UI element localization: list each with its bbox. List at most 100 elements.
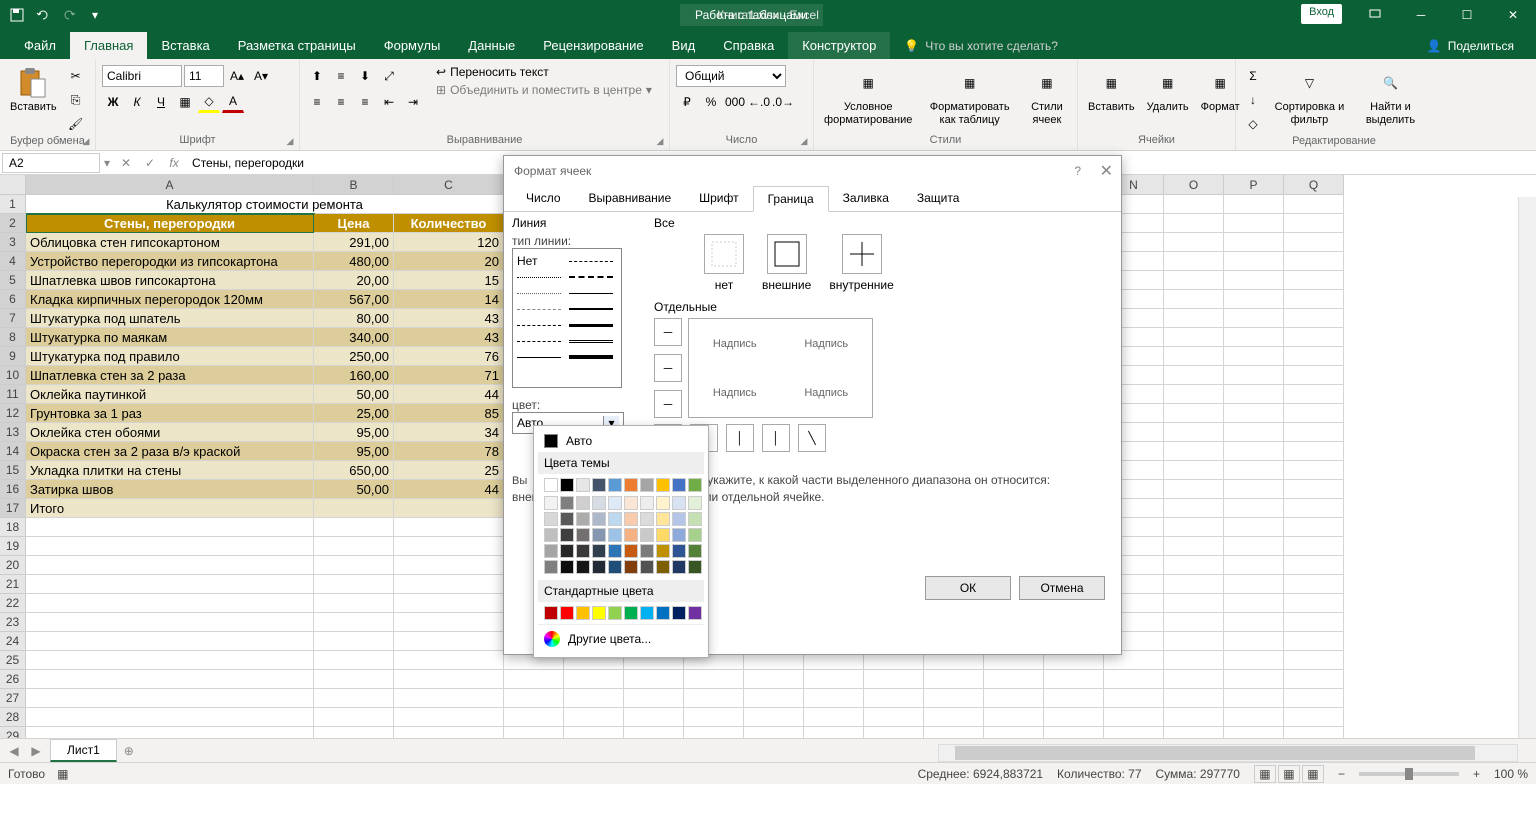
cell[interactable]: 120 (394, 233, 504, 252)
cell[interactable]: Шпатлевка стен за 2 раза (26, 366, 314, 385)
color-swatch[interactable] (688, 544, 702, 558)
cell[interactable] (1224, 404, 1284, 423)
line-style-option[interactable] (517, 302, 565, 316)
cell[interactable]: Укладка плитки на стены (26, 461, 314, 480)
cell[interactable]: Итого (26, 499, 314, 518)
delete-cells-button[interactable]: ▦Удалить (1143, 65, 1193, 116)
cell[interactable] (26, 537, 314, 556)
qat-customize-icon[interactable]: ▾ (84, 4, 106, 26)
format-painter-icon[interactable]: 🖌 (65, 113, 87, 135)
border-top-button[interactable]: ─ (654, 318, 682, 346)
color-swatch[interactable] (688, 478, 702, 492)
cell[interactable]: 76 (394, 347, 504, 366)
row-header[interactable]: 14 (0, 442, 26, 461)
cell[interactable] (314, 499, 394, 518)
cell[interactable] (1224, 195, 1284, 214)
tab-constructor[interactable]: Конструктор (788, 32, 890, 59)
cell[interactable] (1164, 328, 1224, 347)
color-swatch[interactable] (672, 606, 686, 620)
color-swatch[interactable] (608, 560, 622, 574)
dialog-tab-fill[interactable]: Заливка (829, 186, 903, 211)
row-header[interactable]: 18 (0, 518, 26, 537)
cell[interactable] (314, 727, 394, 738)
cell[interactable] (394, 613, 504, 632)
cell[interactable] (1224, 689, 1284, 708)
cell[interactable] (314, 575, 394, 594)
color-swatch[interactable] (544, 512, 558, 526)
cell[interactable] (564, 708, 624, 727)
cell[interactable] (1044, 689, 1104, 708)
color-swatch[interactable] (640, 478, 654, 492)
cell[interactable]: 20,00 (314, 271, 394, 290)
cell[interactable] (1224, 271, 1284, 290)
cell[interactable]: Устройство перегородки из гипсокартона (26, 252, 314, 271)
row-header[interactable]: 29 (0, 727, 26, 738)
ok-button[interactable]: ОК (925, 576, 1011, 600)
line-style-option[interactable] (517, 286, 565, 300)
cell[interactable]: 71 (394, 366, 504, 385)
paste-button[interactable]: Вставить (6, 65, 61, 116)
row-header[interactable]: 4 (0, 252, 26, 271)
cell[interactable]: 85 (394, 404, 504, 423)
dialog-tab-font[interactable]: Шрифт (685, 186, 752, 211)
cell[interactable]: 340,00 (314, 328, 394, 347)
cell[interactable] (624, 727, 684, 738)
cell[interactable] (804, 727, 864, 738)
cell[interactable] (1284, 594, 1344, 613)
cell[interactable] (1284, 442, 1344, 461)
row-header[interactable]: 11 (0, 385, 26, 404)
color-swatch[interactable] (592, 512, 606, 526)
cell[interactable]: Цена (314, 214, 394, 233)
color-swatch[interactable] (640, 512, 654, 526)
cell[interactable] (1164, 613, 1224, 632)
align-center-icon[interactable]: ≡ (330, 91, 352, 113)
row-header[interactable]: 6 (0, 290, 26, 309)
color-swatch[interactable] (656, 478, 670, 492)
cell[interactable] (1284, 423, 1344, 442)
wrap-text-button[interactable]: ↩ Переносить текст (436, 65, 652, 79)
cell[interactable] (1164, 632, 1224, 651)
border-hmiddle-button[interactable]: ─ (654, 354, 682, 382)
comma-icon[interactable]: 000 (724, 91, 746, 113)
cell[interactable] (394, 556, 504, 575)
line-style-option[interactable] (517, 270, 565, 284)
cell[interactable] (26, 651, 314, 670)
cell[interactable] (1104, 670, 1164, 689)
cell[interactable] (1284, 499, 1344, 518)
cell[interactable] (1224, 461, 1284, 480)
cell[interactable] (1224, 537, 1284, 556)
increase-indent-icon[interactable]: ⇥ (402, 91, 424, 113)
decrease-font-icon[interactable]: A▾ (250, 65, 272, 87)
cell[interactable] (1284, 252, 1344, 271)
color-swatch[interactable] (560, 606, 574, 620)
align-bottom-icon[interactable]: ⬇ (354, 65, 376, 87)
cell[interactable] (1284, 385, 1344, 404)
cell[interactable] (1224, 632, 1284, 651)
cell[interactable]: Штукатурка под шпатель (26, 309, 314, 328)
cell[interactable] (1284, 537, 1344, 556)
row-header[interactable]: 20 (0, 556, 26, 575)
row-header[interactable]: 5 (0, 271, 26, 290)
vertical-scrollbar[interactable] (1518, 197, 1536, 758)
cell[interactable] (864, 727, 924, 738)
cell[interactable] (314, 537, 394, 556)
select-all-corner[interactable] (0, 175, 26, 195)
cell[interactable] (1284, 708, 1344, 727)
tab-insert[interactable]: Вставка (147, 32, 223, 59)
cell[interactable] (1284, 366, 1344, 385)
align-right-icon[interactable]: ≡ (354, 91, 376, 113)
tab-formulas[interactable]: Формулы (370, 32, 455, 59)
column-header[interactable]: A (26, 175, 314, 195)
cell[interactable] (984, 727, 1044, 738)
cell[interactable]: 14 (394, 290, 504, 309)
cell[interactable] (744, 727, 804, 738)
column-header[interactable]: O (1164, 175, 1224, 195)
cell[interactable] (1224, 499, 1284, 518)
cell[interactable] (1224, 290, 1284, 309)
preset-outline-button[interactable]: внешние (762, 234, 811, 292)
line-style-option[interactable] (569, 270, 617, 284)
row-header[interactable]: 21 (0, 575, 26, 594)
line-style-option[interactable] (569, 318, 617, 332)
row-header[interactable]: 27 (0, 689, 26, 708)
cell[interactable]: Оклейка паутинкой (26, 385, 314, 404)
